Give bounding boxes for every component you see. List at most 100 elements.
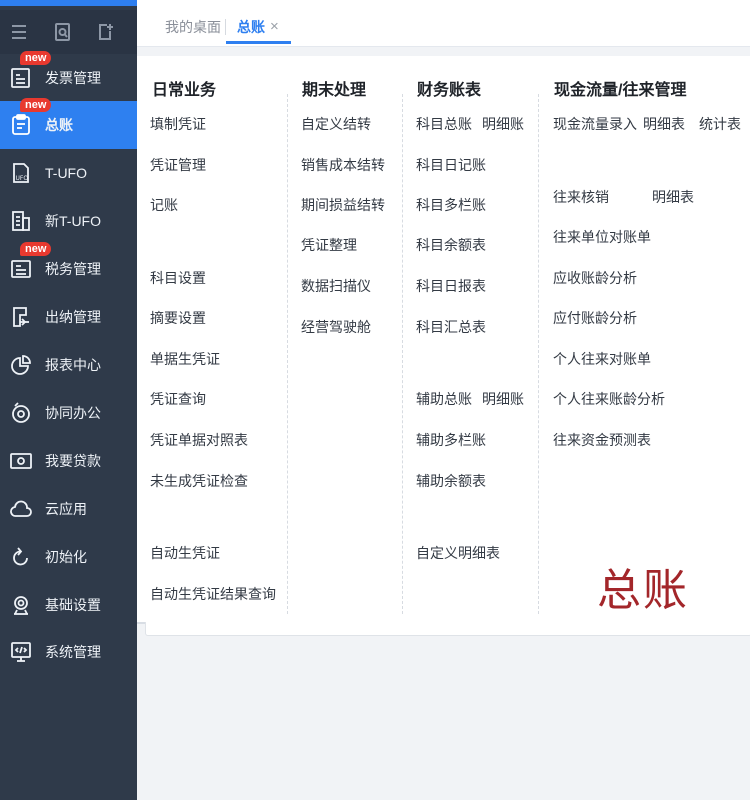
- sidebar-top-accent: [0, 0, 137, 6]
- cashier-icon: [9, 305, 33, 329]
- menu-item-voucher-query[interactable]: 凭证查询: [150, 390, 206, 408]
- menu-item-custom-carryover[interactable]: 自定义结转: [301, 115, 371, 133]
- module-watermark: 总账: [597, 565, 689, 616]
- settings-icon: [9, 593, 33, 617]
- menu-item-account-daily-report[interactable]: 科目日报表: [416, 277, 486, 295]
- menu-item-personal-statement[interactable]: 个人往来对账单: [553, 350, 651, 368]
- menu-item-cost-of-sales-carryover[interactable]: 销售成本结转: [301, 156, 385, 174]
- sidebar-item-tax[interactable]: new 税务管理: [0, 242, 137, 293]
- new-badge: new: [20, 98, 52, 112]
- sidebar-toolbar: [0, 10, 137, 54]
- menu-item-receivable-aging[interactable]: 应收账龄分析: [553, 269, 637, 287]
- menu-item-detail-ledger[interactable]: 明细账: [482, 115, 524, 133]
- collaboration-icon: [9, 401, 33, 425]
- menu-item-ungenerated-check[interactable]: 未生成凭证检查: [150, 472, 248, 490]
- sidebar-item-system[interactable]: 系统管理: [0, 628, 137, 676]
- system-code-icon: [9, 640, 33, 664]
- sidebar-item-loan[interactable]: 我要贷款: [0, 437, 137, 485]
- menu-item-fund-forecast[interactable]: 往来资金预测表: [553, 431, 651, 449]
- menu-item-summary-settings[interactable]: 摘要设置: [150, 309, 206, 327]
- menu-item-auxiliary-balance[interactable]: 辅助余额表: [416, 472, 486, 490]
- menu-item-operations-cockpit[interactable]: 经营驾驶舱: [301, 318, 371, 336]
- column-divider: [538, 94, 539, 614]
- t-ufo-icon: UFO: [9, 161, 33, 185]
- sidebar: new 发票管理 new 总账 UFO T-UFO 新T-UFO new 税务管…: [0, 0, 137, 800]
- sidebar-item-label: 新T-UFO: [45, 213, 101, 229]
- ledger-icon: [9, 113, 33, 137]
- menu-item-unit-statement[interactable]: 往来单位对账单: [553, 228, 651, 246]
- sidebar-item-label: 我要贷款: [45, 453, 101, 469]
- menu-item-account-journal[interactable]: 科目日记账: [416, 156, 486, 174]
- loan-icon: [9, 449, 33, 473]
- tax-icon: [9, 257, 33, 281]
- menu-item-account-general-ledger[interactable]: 科目总账: [416, 115, 472, 133]
- sidebar-item-label: 税务管理: [45, 261, 101, 277]
- tab-my-desktop[interactable]: 我的桌面: [165, 18, 221, 36]
- close-icon[interactable]: ×: [270, 18, 279, 36]
- sidebar-item-label: 协同办公: [45, 405, 101, 421]
- active-tab-indicator: [226, 41, 291, 44]
- column-divider: [402, 94, 403, 614]
- menu-item-auxiliary-multi-column[interactable]: 辅助多栏账: [416, 431, 486, 449]
- menu-item-voucher-management[interactable]: 凭证管理: [150, 156, 206, 174]
- column-heading-cash: 现金流量/往来管理: [554, 82, 687, 99]
- sidebar-item-general-ledger[interactable]: new 总账: [0, 98, 137, 149]
- sidebar-item-invoice[interactable]: new 发票管理: [0, 51, 137, 102]
- menu-item-voucher-document-map[interactable]: 凭证单据对照表: [150, 431, 248, 449]
- menu-item-fill-voucher[interactable]: 填制凭证: [150, 115, 206, 133]
- menu-item-document-to-voucher[interactable]: 单据生凭证: [150, 350, 220, 368]
- sidebar-item-label: 云应用: [45, 501, 87, 517]
- sidebar-item-label: 报表中心: [45, 357, 101, 373]
- menu-item-custom-detail[interactable]: 自定义明细表: [416, 544, 500, 562]
- menu-icon[interactable]: [9, 22, 29, 42]
- sidebar-item-t-ufo[interactable]: UFO T-UFO: [0, 149, 137, 197]
- sidebar-item-collaboration[interactable]: 协同办公: [0, 389, 137, 437]
- sidebar-item-cashier[interactable]: 出纳管理: [0, 293, 137, 341]
- menu-item-post[interactable]: 记账: [150, 196, 178, 214]
- svg-text:UFO: UFO: [16, 175, 29, 182]
- sidebar-item-cloud-apps[interactable]: 云应用: [0, 485, 137, 533]
- sidebar-item-basic-settings[interactable]: 基础设置: [0, 581, 137, 629]
- menu-item-auxiliary-detail-ledger[interactable]: 明细账: [482, 390, 524, 408]
- tab-bar: 我的桌面 总账 ×: [137, 0, 750, 47]
- menu-item-personal-aging[interactable]: 个人往来账龄分析: [553, 390, 665, 408]
- menu-item-cash-flow-entry[interactable]: 现金流量录入: [553, 115, 637, 133]
- sidebar-item-label: T-UFO: [45, 165, 87, 181]
- sidebar-item-reports[interactable]: 报表中心: [0, 341, 137, 389]
- menu-item-account-balance[interactable]: 科目余额表: [416, 236, 486, 254]
- add-icon[interactable]: [95, 22, 115, 42]
- sidebar-item-label: 基础设置: [45, 597, 101, 613]
- new-badge: new: [20, 242, 52, 256]
- menu-item-profit-loss-carryover[interactable]: 期间损益结转: [301, 196, 385, 214]
- sidebar-item-initialize[interactable]: 初始化: [0, 533, 137, 581]
- search-icon[interactable]: [53, 22, 73, 42]
- menu-item-account-settings[interactable]: 科目设置: [150, 269, 206, 287]
- column-heading-books: 财务账表: [417, 82, 482, 99]
- sidebar-item-label: 发票管理: [45, 70, 101, 86]
- sidebar-item-label: 总账: [45, 117, 73, 133]
- tab-divider: [225, 19, 226, 35]
- menu-item-account-summary[interactable]: 科目汇总表: [416, 318, 486, 336]
- sidebar-item-new-t-ufo[interactable]: 新T-UFO: [0, 197, 137, 245]
- column-divider: [287, 94, 288, 614]
- menu-item-voucher-tidy[interactable]: 凭证整理: [301, 236, 357, 254]
- general-ledger-menu-panel: 日常业务 期末处理 财务账表 现金流量/往来管理 填制凭证 凭证管理 记账 科目…: [137, 56, 750, 624]
- menu-item-data-scanner[interactable]: 数据扫描仪: [301, 277, 371, 295]
- sidebar-item-label: 初始化: [45, 549, 87, 565]
- menu-item-cash-flow-detail[interactable]: 明细表: [643, 115, 685, 133]
- menu-item-auxiliary-general-ledger[interactable]: 辅助总账: [416, 390, 472, 408]
- cloud-icon: [9, 497, 33, 521]
- panel-footer: [145, 622, 750, 636]
- column-heading-period-end: 期末处理: [302, 82, 367, 99]
- menu-item-account-multi-column[interactable]: 科目多栏账: [416, 196, 486, 214]
- menu-item-cash-flow-statistics[interactable]: 统计表: [699, 115, 741, 133]
- new-badge: new: [20, 51, 52, 65]
- sidebar-item-label: 出纳管理: [45, 309, 101, 325]
- invoice-icon: [9, 66, 33, 90]
- menu-item-auto-voucher-results[interactable]: 自动生凭证结果查询: [150, 585, 276, 603]
- menu-item-reconciliation-detail[interactable]: 明细表: [652, 188, 694, 206]
- menu-item-payable-aging[interactable]: 应付账龄分析: [553, 309, 637, 327]
- menu-item-auto-voucher[interactable]: 自动生凭证: [150, 544, 220, 562]
- tab-general-ledger[interactable]: 总账: [237, 18, 265, 36]
- menu-item-reconciliation[interactable]: 往来核销: [553, 188, 609, 206]
